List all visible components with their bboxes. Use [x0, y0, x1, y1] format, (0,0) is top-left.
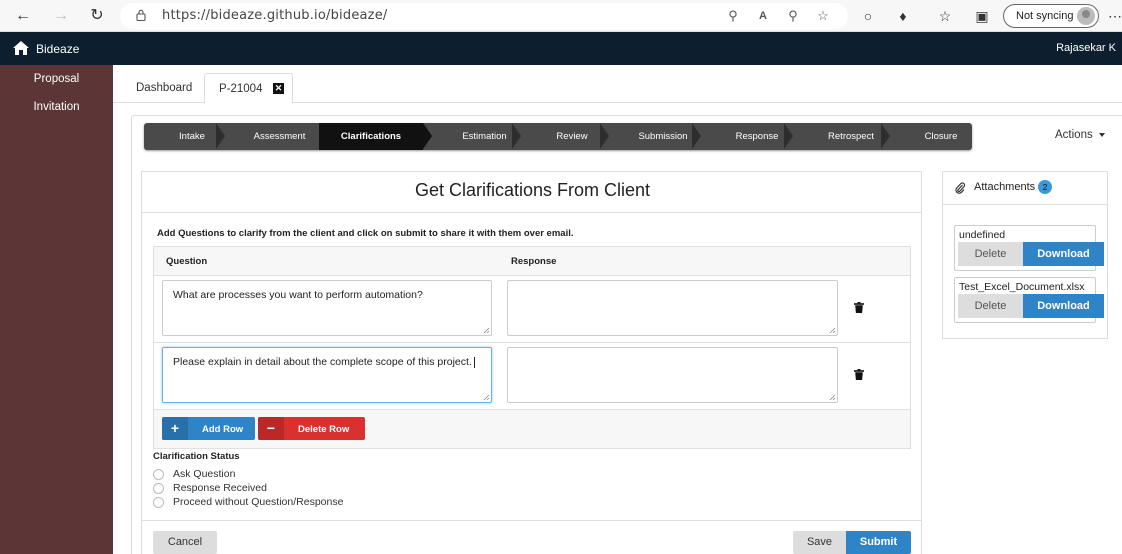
- brand-name[interactable]: Bideaze: [36, 42, 79, 56]
- radio-label: Response Received: [173, 482, 267, 494]
- tab-bar: Dashboard P-21004 ✕: [113, 65, 1122, 104]
- submit-button[interactable]: Submit: [846, 531, 911, 554]
- browser-toolbar: ← → ↻ https://bideaze.github.io/bideaze/…: [0, 0, 1122, 32]
- question-input[interactable]: Please explain in detail about the compl…: [162, 347, 492, 403]
- column-header-response: Response: [511, 256, 557, 267]
- attachments-count-badge: 2: [1038, 180, 1052, 194]
- clarification-status-label: Clarification Status: [153, 451, 240, 462]
- cancel-button[interactable]: Cancel: [153, 531, 217, 554]
- divider: [142, 212, 921, 213]
- add-row-label: Add Row: [202, 424, 244, 435]
- step-intake[interactable]: Intake: [144, 123, 240, 150]
- radio-label: Ask Question: [173, 468, 236, 480]
- attachments-title: Attachments: [974, 181, 1036, 193]
- sidebar-item-invitation[interactable]: Invitation: [0, 101, 113, 113]
- attachment-name: undefined: [959, 229, 1006, 241]
- radio-button[interactable]: [153, 469, 164, 480]
- profile-avatar: [1077, 7, 1095, 25]
- resize-handle-icon[interactable]: [483, 394, 490, 401]
- attachment-delete-button[interactable]: Delete: [958, 294, 1023, 318]
- tab-p-21004[interactable]: P-21004 ✕: [204, 73, 293, 104]
- resize-handle-icon[interactable]: [483, 327, 490, 334]
- minus-icon: −: [258, 417, 284, 440]
- user-name[interactable]: Rajasekar K: [1056, 42, 1116, 54]
- delete-row-label: Delete Row: [298, 424, 350, 435]
- sync-label: Not syncing: [1016, 10, 1074, 22]
- key-icon[interactable]: ⚲: [724, 7, 742, 25]
- resize-handle-icon[interactable]: [829, 394, 836, 401]
- attachment-item: undefined Delete Download: [954, 225, 1104, 271]
- step-clarifications[interactable]: Clarifications: [319, 123, 423, 150]
- tab-dashboard[interactable]: Dashboard: [136, 73, 192, 104]
- url-text[interactable]: https://bideaze.github.io/bideaze/: [162, 8, 387, 23]
- response-input[interactable]: [507, 280, 838, 336]
- step-separator: [692, 123, 701, 149]
- process-steps: Intake Assessment Clarifications Estimat…: [144, 123, 972, 150]
- divider: [153, 409, 911, 410]
- step-separator: [216, 123, 225, 149]
- attachment-delete-button[interactable]: Delete: [958, 242, 1023, 266]
- step-separator: [512, 123, 521, 149]
- instruction-text: Add Questions to clarify from the client…: [157, 228, 574, 239]
- save-button[interactable]: Save: [793, 531, 846, 554]
- question-text: Please explain in detail about the compl…: [173, 356, 472, 368]
- address-bar[interactable]: https://bideaze.github.io/bideaze/ ⚲ A ⚲…: [120, 3, 848, 29]
- attachment-item: Test_Excel_Document.xlsx Delete Download: [954, 277, 1104, 323]
- favorite-add-icon[interactable]: ☆: [814, 7, 832, 25]
- divider: [142, 520, 921, 521]
- step-separator: [881, 123, 890, 149]
- response-input[interactable]: [507, 347, 838, 403]
- sidebar: Proposal Invitation: [0, 65, 113, 554]
- question-text: What are processes you want to perform a…: [173, 289, 423, 301]
- extension-circle-icon[interactable]: ○: [858, 6, 878, 26]
- actions-dropdown[interactable]: Actions: [1055, 129, 1105, 141]
- read-aloud-icon[interactable]: A: [754, 7, 772, 25]
- step-closure[interactable]: Closure: [892, 123, 972, 150]
- step-separator: [784, 123, 793, 149]
- text-cursor: [473, 356, 475, 368]
- tab-label: P-21004: [219, 83, 263, 95]
- caret-down-icon: [1098, 132, 1105, 137]
- attachment-name: Test_Excel_Document.xlsx: [959, 281, 1085, 293]
- step-assessment[interactable]: Assessment: [229, 123, 330, 150]
- step-response[interactable]: Response: [704, 123, 810, 150]
- trash-icon[interactable]: [854, 302, 864, 313]
- divider: [943, 204, 1107, 205]
- zoom-icon[interactable]: ⚲: [784, 7, 802, 25]
- trash-icon[interactable]: [854, 369, 864, 380]
- step-separator: [423, 123, 432, 149]
- back-icon[interactable]: ←: [12, 6, 34, 26]
- close-icon[interactable]: ✕: [273, 83, 284, 94]
- plus-icon: +: [162, 417, 188, 440]
- radio-button[interactable]: [153, 497, 164, 508]
- collections-icon[interactable]: ▣: [972, 6, 992, 26]
- more-menu-icon[interactable]: ⋯: [1108, 6, 1122, 26]
- extensions-icon[interactable]: ♦: [893, 6, 913, 26]
- actions-label: Actions: [1055, 129, 1093, 141]
- delete-row-button[interactable]: − Delete Row: [258, 417, 365, 440]
- radio-label: Proceed without Question/Response: [173, 496, 344, 508]
- paperclip-icon: [955, 182, 965, 194]
- card-title: Get Clarifications From Client: [414, 180, 651, 200]
- sidebar-item-proposal[interactable]: Proposal: [0, 73, 113, 85]
- attachment-download-button[interactable]: Download: [1023, 242, 1104, 266]
- favorites-icon[interactable]: ☆: [935, 6, 955, 26]
- step-separator: [600, 123, 609, 149]
- attachment-download-button[interactable]: Download: [1023, 294, 1104, 318]
- radio-button[interactable]: [153, 483, 164, 494]
- profile-sync-button[interactable]: Not syncing: [1003, 4, 1099, 28]
- refresh-icon[interactable]: ↻: [86, 6, 108, 26]
- column-header-question: Question: [166, 256, 208, 267]
- forward-icon[interactable]: →: [50, 6, 72, 26]
- lock-icon: [136, 9, 146, 21]
- add-row-button[interactable]: + Add Row: [162, 417, 255, 440]
- home-icon[interactable]: [12, 40, 30, 56]
- resize-handle-icon[interactable]: [829, 327, 836, 334]
- question-input[interactable]: What are processes you want to perform a…: [162, 280, 492, 336]
- app-navbar: Bideaze Rajasekar K: [0, 32, 1122, 65]
